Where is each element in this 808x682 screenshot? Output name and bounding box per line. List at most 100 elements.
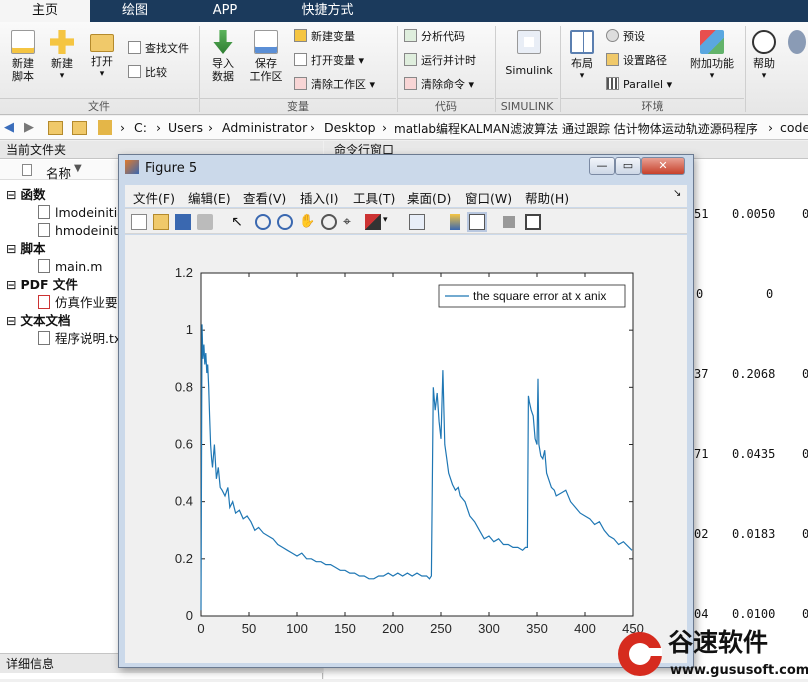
clear-workspace-icon [294, 77, 307, 90]
crumb-users[interactable]: Users [168, 120, 203, 135]
hide-tools-icon[interactable] [503, 216, 515, 228]
browse-folder-icon[interactable] [72, 121, 87, 135]
text-file-icon [38, 331, 50, 345]
brush-icon[interactable] [365, 214, 381, 230]
file-item[interactable]: 仿真作业要 [38, 295, 118, 311]
menu-window[interactable]: 窗口(W) [465, 188, 512, 207]
sort-chevron-icon[interactable]: ▼ [74, 163, 82, 174]
open-variable-button[interactable]: 打开变量 ▾ [294, 52, 364, 70]
new-script-button[interactable]: 新建 脚本 [4, 30, 42, 83]
set-path-button[interactable]: 设置路径 [606, 52, 667, 70]
name-column-header[interactable]: 名称 [46, 163, 71, 182]
tab-plots[interactable]: 绘图 [90, 0, 180, 22]
tab-apps[interactable]: APP [180, 0, 270, 22]
output-cell: 0.0183 [732, 527, 776, 541]
m-script-icon [38, 259, 50, 273]
dock-icon[interactable] [525, 214, 541, 230]
print-icon[interactable] [197, 214, 213, 230]
run-and-time-icon [404, 53, 417, 66]
menu-tools[interactable]: 工具(T) [353, 188, 395, 207]
new-figure-icon[interactable] [131, 214, 147, 230]
crumb-code[interactable]: code [780, 120, 808, 135]
layout-icon [570, 30, 594, 54]
preferences-button[interactable]: 预设 [606, 28, 645, 46]
find-files-icon [128, 41, 141, 54]
close-button[interactable]: ✕ [641, 157, 685, 175]
menubar-overflow-icon[interactable]: ↘ [673, 188, 681, 199]
parallel-button[interactable]: Parallel ▾ [606, 76, 672, 94]
layout-button[interactable]: 布局 ▾ [564, 30, 600, 83]
maximize-button[interactable]: ▭ [615, 157, 641, 175]
svg-text:谷速软件: 谷速软件 [668, 628, 768, 657]
clear-workspace-button[interactable]: 清除工作区 ▾ [294, 76, 375, 94]
tree-group-pdf[interactable]: ⊟ PDF 文件 [6, 277, 78, 293]
back-arrow-icon[interactable]: ◀ [4, 120, 14, 135]
up-folder-icon[interactable] [48, 121, 63, 135]
file-item[interactable]: 程序说明.tx [38, 331, 121, 347]
menu-view[interactable]: 查看(V) [243, 188, 286, 207]
file-item[interactable]: hmodeiniti [38, 223, 122, 239]
run-and-time-button[interactable]: 运行并计时 [404, 52, 476, 70]
crumb-desktop[interactable]: Desktop [324, 120, 376, 135]
legend-icon[interactable] [469, 214, 485, 230]
output-cell: 0 [802, 447, 808, 461]
legend-label: the square error at x anix [473, 289, 606, 303]
output-cell: 37 [694, 367, 709, 381]
import-data-button[interactable]: 导入 数据 [204, 30, 242, 83]
crumb-administrator[interactable]: Administrator [222, 120, 307, 135]
crumb-project-folder[interactable]: matlab编程KALMAN滤波算法 通过跟踪 估计物体运动轨迹源码程序 [394, 120, 758, 137]
clear-commands-button[interactable]: 清除命令 ▾ [404, 76, 474, 94]
tab-home[interactable]: 主页 [0, 0, 90, 22]
file-item[interactable]: lmodeinitia [38, 205, 125, 221]
tab-shortcuts[interactable]: 快捷方式 [270, 0, 385, 22]
ribbon: 新建 脚本 新建 ▾ 打开 ▾ 查找文件 比较 文件 导入 数据 保存 工作区 新建… [0, 22, 808, 115]
new-script-icon [11, 30, 35, 54]
zoom-in-icon[interactable] [255, 214, 271, 230]
save-workspace-button[interactable]: 保存 工作区 [246, 30, 286, 83]
brush-dropdown-icon[interactable]: ▾ [383, 215, 388, 225]
crumb-drive[interactable]: C: [134, 120, 147, 135]
line-chart[interactable]: 0 50 100 150 200 250 300 350 400 45000.20.40.60.8… [125, 235, 687, 663]
menu-edit[interactable]: 编辑(E) [188, 188, 231, 207]
file-item[interactable]: main.m [38, 259, 102, 275]
data-cursor-icon[interactable]: ⌖ [343, 214, 359, 230]
menu-file[interactable]: 文件(F) [133, 188, 175, 207]
y-tick-label: 1 [186, 322, 193, 337]
open-button[interactable]: 打开 ▾ [84, 30, 120, 81]
find-files-button[interactable]: 查找文件 [128, 40, 189, 58]
tree-group-functions[interactable]: ⊟ 函数 [6, 187, 45, 203]
menu-help[interactable]: 帮助(H) [525, 188, 569, 207]
output-cell: 0.0050 [732, 207, 776, 221]
addons-button[interactable]: 附加功能 ▾ [684, 30, 740, 83]
link-plot-icon[interactable] [409, 214, 425, 230]
tree-group-scripts[interactable]: ⊟ 脚本 [6, 241, 45, 257]
x-tick-label: 300 [478, 621, 500, 636]
save-workspace-icon [254, 30, 278, 54]
set-path-icon [606, 53, 619, 66]
ribbon-separator [745, 26, 746, 112]
open-variable-icon [294, 53, 307, 66]
simulink-button[interactable]: Simulink [500, 30, 558, 77]
minimize-button[interactable]: — [589, 157, 615, 175]
rotate-3d-icon[interactable] [321, 214, 337, 230]
analyze-code-button[interactable]: 分析代码 [404, 28, 465, 46]
save-icon[interactable] [175, 214, 191, 230]
path-folder-icon [98, 120, 112, 135]
new-variable-button[interactable]: 新建变量 [294, 28, 355, 46]
tree-group-text[interactable]: ⊟ 文本文档 [6, 313, 70, 329]
zoom-out-icon[interactable] [277, 214, 293, 230]
pointer-icon[interactable]: ↖ [229, 214, 245, 230]
open-file-icon[interactable] [153, 214, 169, 230]
y-tick-label: 0.8 [175, 379, 193, 394]
forward-arrow-icon[interactable]: ▶ [24, 120, 34, 135]
colorbar-icon[interactable] [450, 214, 460, 230]
menu-desktop[interactable]: 桌面(D) [407, 188, 451, 207]
output-cell: 0.0435 [732, 447, 776, 461]
community-icon[interactable] [786, 30, 808, 57]
figure-window[interactable]: Figure 5 — ▭ ✕ 文件(F) 编辑(E) 查看(V) 插入(I) 工… [118, 154, 694, 668]
compare-button[interactable]: 比较 [128, 64, 167, 82]
new-button[interactable]: 新建 ▾ [44, 30, 80, 83]
help-button[interactable]: 帮助 ▾ [748, 30, 780, 83]
pan-hand-icon[interactable]: ✋ [299, 214, 315, 230]
menu-insert[interactable]: 插入(I) [300, 188, 338, 207]
